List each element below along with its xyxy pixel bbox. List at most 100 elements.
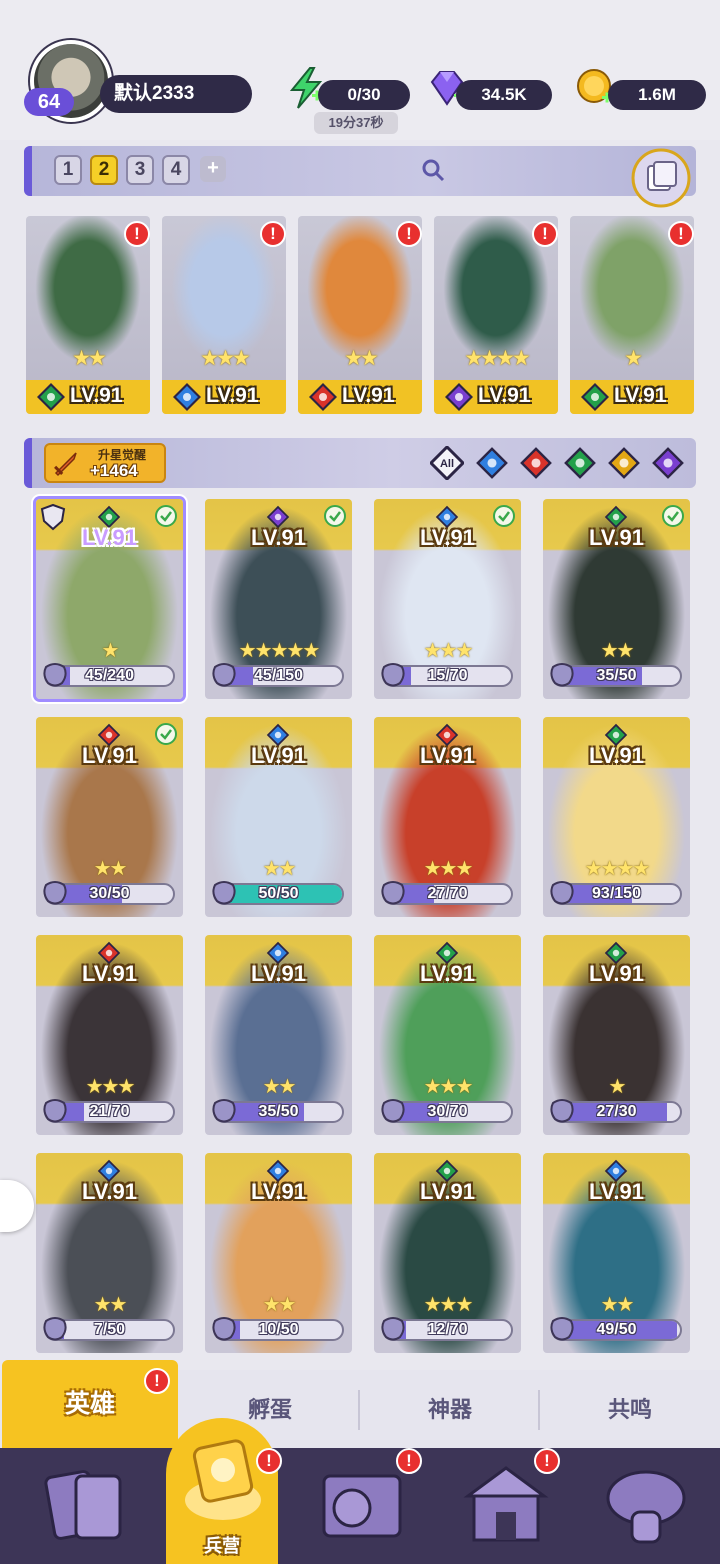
hero-shard-icon [550,881,574,905]
hero-shard-icon [212,663,236,687]
hero-level: LV.91 [614,384,667,407]
nature-element-icon [36,382,66,412]
hero-card[interactable]: LV.91 ★★★★★ 45/150 [205,499,352,699]
hero-card[interactable]: LV.91 ★ 27/30 [543,935,690,1135]
hero-stars: ★ [101,640,120,662]
heroes-alert-badge: ! [144,1368,170,1394]
hero-level: LV.91 [70,384,123,407]
hero-alert-badge: ! [668,221,694,247]
team-tab-1[interactable]: 1 [54,155,82,185]
filter-all-button[interactable]: All [428,444,466,482]
hero-card[interactable]: LV.91 ★★ 7/50 [36,1153,183,1353]
hero-card[interactable]: LV.91 ★★ 35/50 [543,499,690,699]
in-team-check-icon [155,505,177,527]
hero-card[interactable]: LV.91 ★★★★ 93/150 [543,717,690,917]
in-team-check-icon [324,505,346,527]
filter-nature-icon[interactable] [563,446,597,480]
sword-icon [54,452,77,477]
hero-stars: ★ [624,347,643,370]
hero-shard-icon [381,1099,405,1123]
fire-element-icon [308,382,338,412]
filter-fire-icon[interactable] [519,446,553,480]
hero-level: LV.91 [250,1179,307,1204]
hero-stars: ★★ [262,1294,297,1316]
magnifier-icon[interactable] [420,157,446,183]
hero-level: LV.91 [588,961,645,986]
temple-alert-badge: ! [534,1448,560,1474]
hero-stars: ★★★★★ [238,640,321,662]
hero-shard-icon [212,1099,236,1123]
hero-card[interactable]: LV.91 ★★ 50/50 [205,717,352,917]
hero-level: LV.91 [419,743,476,768]
mushroom-shop-icon[interactable] [596,1462,696,1552]
hero-shard-icon [550,663,574,687]
gold-value[interactable]: 1.6M [608,80,706,110]
team-tab-4[interactable]: 4 [162,155,190,185]
hero-level: LV.91 [342,384,395,407]
hero-level: LV.91 [81,1179,138,1204]
hero-shard-icon [550,1317,574,1341]
subtab-artifact[interactable]: 神器 [360,1388,540,1432]
hero-shard-icon [43,663,67,687]
hero-shard-icon [550,1099,574,1123]
hero-stars: ★★★★ [584,858,651,880]
hero-level: LV.91 [419,1179,476,1204]
hero-shard-icon [381,663,405,687]
hero-card[interactable]: LV.91 ★★ 30/50 [36,717,183,917]
hero-shard-icon [212,881,236,905]
hero-stars: ★★★ [200,347,250,370]
barracks-alert-badge: ! [256,1448,282,1474]
energy-timer: 19分37秒 [314,112,398,134]
team-tab-3[interactable]: 3 [126,155,154,185]
hero-shard-icon [381,881,405,905]
star-awaken-value: +1464 [90,461,138,480]
team-preset-icon[interactable] [628,146,694,210]
add-team-button[interactable]: + [200,156,226,182]
player-level-badge: 64 [24,88,74,116]
hero-stars: ★★ [600,640,635,662]
filter-water-icon[interactable] [475,446,509,480]
gem-value[interactable]: 34.5K [456,80,552,110]
barracks-icon [185,1439,261,1520]
filter-dark-icon[interactable] [651,446,685,480]
player-name[interactable]: 默认2333 [100,75,252,113]
hero-shard-icon [212,1317,236,1341]
hero-alert-badge: ! [396,221,422,247]
cards-icon[interactable] [36,1462,136,1552]
hero-card[interactable]: LV.91 ★ 45/240 [36,499,183,699]
in-team-check-icon [155,723,177,745]
hero-card[interactable]: LV.91 ★★★ 30/70 [374,935,521,1135]
filter-light-icon[interactable] [607,446,641,480]
hero-card[interactable]: LV.91 ★★★ 21/70 [36,935,183,1135]
hero-card[interactable]: LV.91 ★★ 10/50 [205,1153,352,1353]
hero-card[interactable]: LV.91 ★★★ 12/70 [374,1153,521,1353]
hero-alert-badge: ! [260,221,286,247]
book-alert-badge: ! [396,1448,422,1474]
hero-stars: ★★★ [423,858,474,880]
in-team-check-icon [662,505,684,527]
hero-stars: ★★ [93,1294,128,1316]
energy-value[interactable]: 0/30 [318,80,410,110]
hero-card[interactable]: LV.91 ★★ 49/50 [543,1153,690,1353]
hero-stars: ★★★ [85,1076,136,1098]
hero-shard-icon [43,1099,67,1123]
star-awaken-button[interactable]: 升星觉醒 +1464 [44,443,166,483]
hero-card[interactable]: LV.91 ★★ 35/50 [205,935,352,1135]
hero-level: LV.91 [81,961,138,986]
hero-stars: ★★ [600,1294,635,1316]
nature-element-icon [580,382,610,412]
hero-card[interactable]: LV.91 ★★★ 15/70 [374,499,521,699]
hero-stars: ★★ [262,1076,297,1098]
floating-helper-avatar[interactable] [0,1180,34,1232]
hero-level: LV.91 [206,384,259,407]
hero-level: LV.91 [588,743,645,768]
hero-stars: ★★ [262,858,297,880]
book-icon[interactable] [312,1462,412,1552]
hero-card[interactable]: LV.91 ★★★ 27/70 [374,717,521,917]
temple-icon[interactable] [456,1462,556,1552]
hero-level: LV.91 [419,961,476,986]
hero-stars: ★★★ [423,640,474,662]
subtab-resonance[interactable]: 共鸣 [540,1388,720,1432]
hero-level: LV.91 [81,743,138,768]
team-tab-2[interactable]: 2 [90,155,118,185]
